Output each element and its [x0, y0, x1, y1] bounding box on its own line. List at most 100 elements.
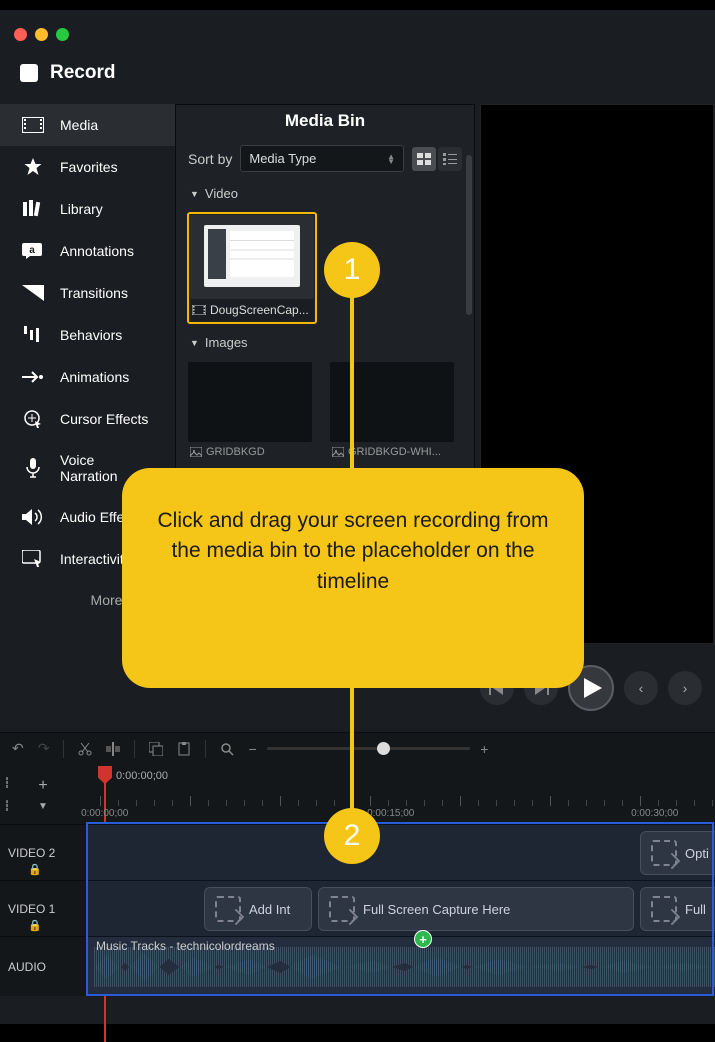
sidebar-item-label: Animations	[60, 369, 129, 385]
thumbnail-image	[330, 362, 454, 442]
sort-by-label: Sort by	[188, 151, 232, 167]
speaker-icon	[22, 508, 44, 526]
timeline-clip[interactable]: Full Screen Capture Here	[318, 887, 634, 931]
next-marker-button[interactable]: ›	[668, 671, 702, 705]
library-icon	[22, 200, 44, 218]
playhead[interactable]	[98, 766, 112, 784]
track-label: VIDEO 2	[8, 846, 55, 860]
timeline-clip[interactable]: Add Int	[204, 887, 312, 931]
sidebar-item-animations[interactable]: Animations	[0, 356, 175, 398]
disclosure-icon: ▼	[190, 338, 199, 348]
track-header-audio[interactable]: AUDIO	[0, 937, 86, 996]
sidebar-item-favorites[interactable]: Favorites	[0, 146, 175, 188]
record-label: Record	[50, 62, 115, 84]
copy-button[interactable]	[149, 742, 163, 756]
minimize-window-button[interactable]	[35, 28, 48, 41]
paste-button[interactable]	[177, 742, 191, 756]
playhead-timecode: 0:00:00;00	[116, 770, 168, 782]
clip-label: Full	[685, 902, 706, 917]
clip-name: GRIDBKGD-WHI...	[348, 446, 441, 458]
add-track-button[interactable]: +	[38, 777, 47, 795]
track-body[interactable]: Add Int Full Screen Capture Here Full	[86, 881, 715, 936]
media-bin-scrollbar[interactable]	[466, 155, 472, 315]
placeholder-icon	[651, 840, 677, 866]
sidebar-item-transitions[interactable]: Transitions	[0, 272, 175, 314]
sidebar-item-annotations[interactable]: a Annotations	[0, 230, 175, 272]
ruler-label: 0:00:00;00	[81, 808, 128, 819]
media-bin-title: Media Bin	[176, 105, 474, 141]
track-row: AUDIO Music Tracks - technicolordreams	[0, 936, 715, 996]
callout-text: Click and drag your screen recording fro…	[150, 506, 556, 597]
timeline-clip[interactable]: Opti	[640, 831, 715, 875]
track-body[interactable]: Music Tracks - technicolordreams	[86, 937, 715, 996]
video-section-header[interactable]: ▼ Video	[176, 182, 474, 205]
lock-icon[interactable]: 🔒	[28, 863, 42, 876]
image-file-icon	[190, 447, 202, 457]
sidebar-item-label: Behaviors	[60, 327, 122, 343]
drop-add-icon: +	[414, 930, 432, 948]
list-view-button[interactable]	[438, 147, 462, 171]
annotations-icon: a	[22, 242, 44, 260]
undo-button[interactable]: ↶	[12, 740, 24, 757]
sidebar-item-cursor-effects[interactable]: Cursor Effects	[0, 398, 175, 440]
microphone-icon	[22, 459, 44, 477]
record-button[interactable]: Record	[20, 62, 115, 84]
callout-badge-2: 2	[324, 808, 380, 864]
track-body[interactable]: Opti	[86, 825, 715, 880]
star-icon	[22, 158, 44, 176]
ruler-label: 0:00:15;00	[367, 808, 414, 819]
sidebar-item-behaviors[interactable]: Behaviors	[0, 314, 175, 356]
sidebar-item-label: Library	[60, 201, 103, 217]
zoom-slider[interactable]: − +	[248, 741, 488, 757]
media-clip-image[interactable]: GRIDBKGD	[188, 362, 316, 462]
track-header-video1[interactable]: VIDEO 1 🔒	[0, 881, 86, 936]
track-options-button[interactable]: ▼	[38, 801, 48, 812]
sort-by-select[interactable]: Media Type ▲▼	[240, 145, 404, 172]
clip-label: Full Screen Capture Here	[363, 902, 510, 917]
sidebar-item-library[interactable]: Library	[0, 188, 175, 230]
clip-label: Opti	[685, 846, 709, 861]
sidebar-item-label: Interactivity	[60, 551, 131, 567]
sidebar-item-label: Transitions	[60, 285, 128, 301]
callout-connector	[350, 684, 354, 814]
svg-text:a: a	[29, 245, 35, 256]
redo-button[interactable]: ↷	[38, 740, 50, 757]
sidebar-item-label: Annotations	[60, 243, 134, 259]
prev-marker-button[interactable]: ‹	[624, 671, 658, 705]
track-label: VIDEO 1	[8, 902, 55, 916]
sidebar-item-label: Favorites	[60, 159, 118, 175]
zoom-icon	[220, 742, 234, 756]
close-window-button[interactable]	[14, 28, 27, 41]
lock-icon[interactable]: 🔒	[28, 919, 42, 932]
sidebar-item-label: Cursor Effects	[60, 411, 148, 427]
callout-connector	[350, 296, 354, 472]
media-icon	[22, 116, 44, 134]
video-file-icon	[192, 305, 206, 315]
instruction-callout: Click and drag your screen recording fro…	[122, 468, 584, 688]
images-section-header[interactable]: ▼ Images	[176, 331, 474, 354]
window-traffic-lights[interactable]	[14, 28, 69, 41]
track-row: VIDEO 1 🔒 Add Int Full Screen Capture He…	[0, 880, 715, 936]
split-button[interactable]	[106, 742, 120, 756]
zoom-window-button[interactable]	[56, 28, 69, 41]
sort-by-value: Media Type	[249, 151, 316, 166]
placeholder-icon	[215, 896, 241, 922]
sidebar-item-media[interactable]: Media	[0, 104, 175, 146]
animations-icon	[22, 368, 44, 386]
clip-label: Add Int	[249, 902, 290, 917]
thumbnail-image	[190, 215, 314, 299]
grid-view-button[interactable]	[412, 147, 436, 171]
track-header-video2[interactable]: VIDEO 2 🔒	[0, 825, 86, 880]
callout-badge-1: 1	[324, 242, 380, 298]
media-clip-video[interactable]: DougScreenCap...	[188, 213, 316, 323]
cut-button[interactable]	[78, 742, 92, 756]
zoom-out-button[interactable]: −	[248, 741, 256, 757]
placeholder-icon	[329, 896, 355, 922]
image-file-icon	[332, 447, 344, 457]
more-label: More	[91, 592, 123, 608]
zoom-in-button[interactable]: +	[480, 741, 488, 757]
interactivity-icon	[22, 550, 44, 568]
disclosure-icon: ▼	[190, 189, 199, 199]
placeholder-icon	[651, 896, 677, 922]
timeline-clip[interactable]: Full	[640, 887, 715, 931]
